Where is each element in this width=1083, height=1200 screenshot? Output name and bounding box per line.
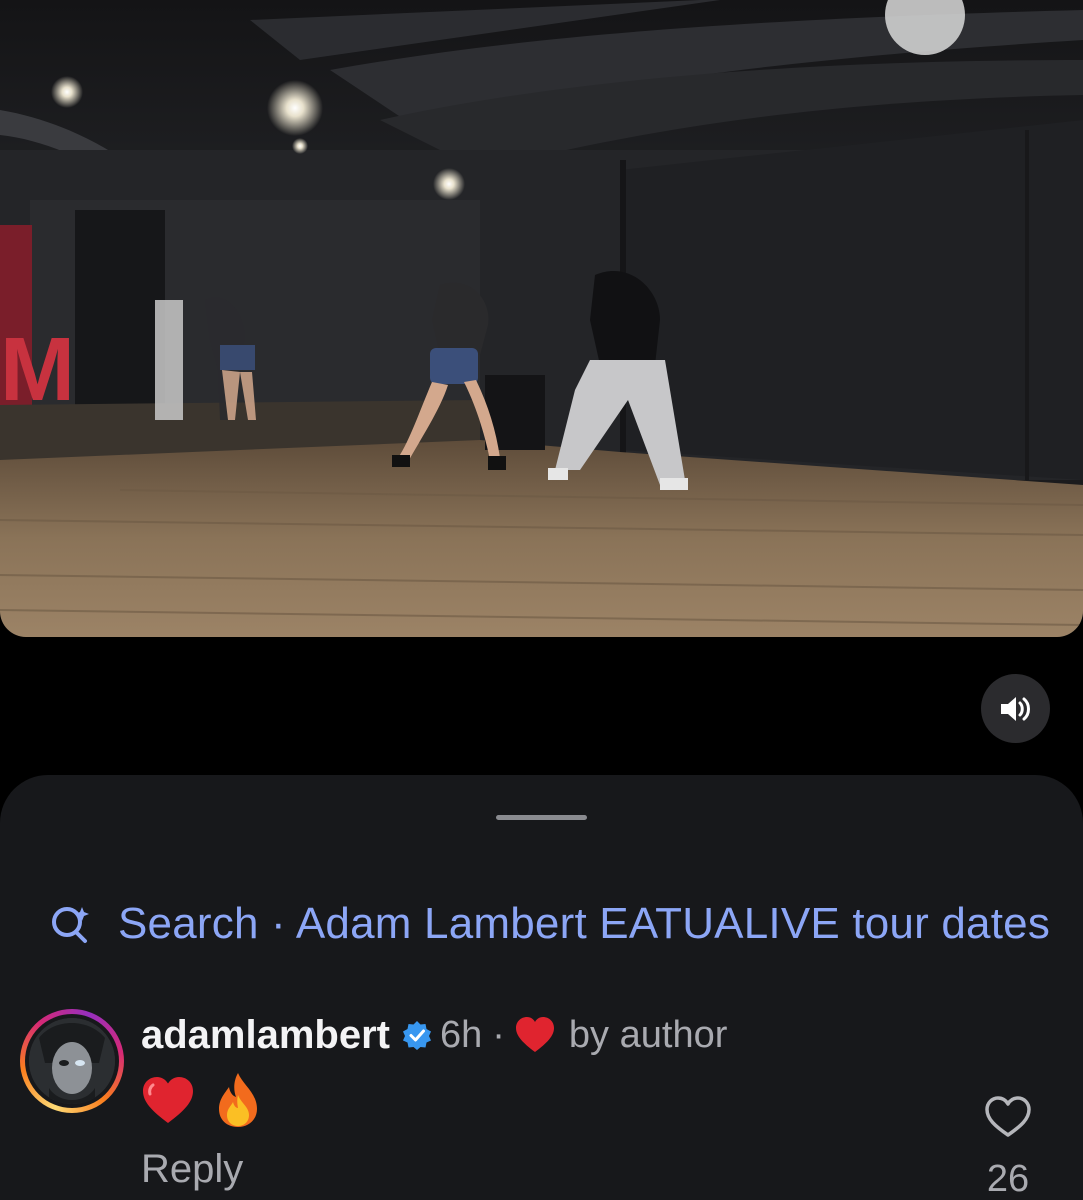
- related-search-label: Search · Adam Lambert EATUALIVE tour dat…: [118, 899, 1051, 948]
- video-player[interactable]: M: [0, 0, 1083, 637]
- red-heart-emoji: [143, 1077, 193, 1123]
- fire-emoji: [219, 1073, 257, 1127]
- speaker-on-icon: [1000, 696, 1030, 721]
- reply-button[interactable]: Reply: [141, 1147, 243, 1192]
- reel-screen: M Search · Adam Lambert EATUALIVE tour d…: [0, 0, 1083, 1200]
- story-ring[interactable]: [20, 1009, 124, 1113]
- comment-time: 6h: [439, 1013, 483, 1056]
- comments-sheet: Search · Adam Lambert EATUALIVE tour dat…: [0, 775, 1083, 1200]
- comment-text: [141, 1071, 281, 1129]
- related-search-link[interactable]: Search · Adam Lambert EATUALIVE tour dat…: [48, 896, 1083, 952]
- username[interactable]: adamlambert: [141, 1013, 390, 1058]
- verified-badge-icon: [402, 1021, 431, 1050]
- comment-meta: adamlambert 6h · by author: [141, 1007, 727, 1063]
- dance-studio-video-frame: M: [0, 0, 1083, 637]
- meta-separator: ·: [492, 1013, 505, 1056]
- heart-outline-icon[interactable]: [984, 1095, 1032, 1139]
- avatar: [29, 1018, 115, 1104]
- red-heart-icon: [515, 1017, 554, 1052]
- liked-by-author-label: by author: [568, 1013, 728, 1056]
- mute-toggle-button[interactable]: [981, 674, 1050, 743]
- search-sparkle-icon: [52, 907, 89, 943]
- sheet-grabber[interactable]: [496, 815, 587, 820]
- like-count: 26: [986, 1158, 1030, 1200]
- profile-photo: [29, 1018, 115, 1104]
